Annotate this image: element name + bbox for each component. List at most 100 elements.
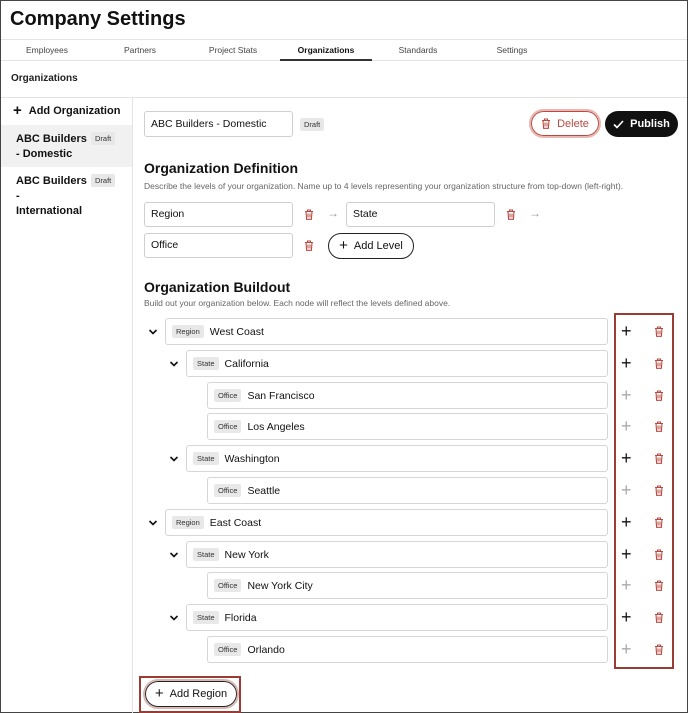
chevron-down-icon[interactable] xyxy=(148,518,158,528)
tree-node[interactable]: State California xyxy=(186,350,608,377)
level-badge: Office xyxy=(214,643,242,656)
chevron-down-icon[interactable] xyxy=(169,550,179,560)
add-child-icon[interactable]: + xyxy=(621,481,632,499)
level-badge: State xyxy=(193,452,219,465)
tree-node[interactable]: Office Seattle xyxy=(207,477,608,504)
level-badge: Office xyxy=(214,579,242,592)
tab-partners[interactable]: Partners xyxy=(111,40,169,61)
trash-icon[interactable] xyxy=(654,549,664,560)
add-organization-label: Add Organization xyxy=(28,105,121,117)
trash-icon[interactable] xyxy=(654,517,664,528)
organization-name-input[interactable]: ABC Builders - Domestic xyxy=(144,111,293,137)
add-child-icon[interactable]: + xyxy=(621,576,632,594)
add-child-icon[interactable]: + xyxy=(621,640,632,658)
add-child-icon[interactable]: + xyxy=(621,513,632,531)
node-name: Orlando xyxy=(247,643,285,656)
chevron-down-icon[interactable] xyxy=(148,327,158,337)
definition-title: Organization Definition xyxy=(144,160,298,176)
add-level-label: Add Level xyxy=(353,240,403,252)
tree-node[interactable]: Office San Francisco xyxy=(207,382,608,409)
plus-icon: + xyxy=(339,237,348,254)
trash-icon[interactable] xyxy=(654,358,664,369)
delete-label: Delete xyxy=(557,117,589,130)
level-badge: Region xyxy=(172,325,204,338)
trash-icon[interactable] xyxy=(654,453,664,464)
level-badge: Office xyxy=(214,484,242,497)
publish-label: Publish xyxy=(630,118,670,130)
tree-node[interactable]: Region East Coast xyxy=(165,509,608,536)
tree-node[interactable]: State New York xyxy=(186,541,608,568)
section-label: Organizations xyxy=(11,73,78,84)
add-level-button[interactable]: + Add Level xyxy=(328,233,414,259)
add-child-icon[interactable]: + xyxy=(621,545,632,563)
add-child-icon[interactable]: + xyxy=(621,417,632,435)
trash-icon[interactable] xyxy=(654,390,664,401)
tree-node[interactable]: State Washington xyxy=(186,445,608,472)
delete-button[interactable]: Delete xyxy=(529,109,601,138)
buildout-description: Build out your organization below. Each … xyxy=(144,298,451,308)
level-badge: Office xyxy=(214,420,242,433)
tab-standards[interactable]: Standards xyxy=(389,40,447,61)
trash-icon xyxy=(542,118,551,129)
status-badge: Draft xyxy=(91,132,116,145)
tab-employees[interactable]: Employees xyxy=(17,40,77,61)
trash-icon[interactable] xyxy=(654,644,664,655)
org-item-name: ABC Builders - International xyxy=(16,175,87,217)
level-input-1[interactable]: Region xyxy=(144,202,293,227)
trash-icon[interactable] xyxy=(304,209,314,220)
node-name: West Coast xyxy=(209,325,264,338)
tab-bar: Employees Partners Project Stats Organiz… xyxy=(1,39,687,61)
sidebar-item-abc-domestic[interactable]: ABC Builders - Domestic Draft xyxy=(1,125,132,167)
tree-node[interactable]: Region West Coast xyxy=(165,318,608,345)
level-input-3[interactable]: Office xyxy=(144,233,293,258)
trash-icon[interactable] xyxy=(654,485,664,496)
org-item-name: ABC Builders - Domestic xyxy=(16,133,87,160)
level-badge: Region xyxy=(172,516,204,529)
definition-description: Describe the levels of your organization… xyxy=(144,181,624,191)
tree-node[interactable]: State Florida xyxy=(186,604,608,631)
tab-settings[interactable]: Settings xyxy=(485,40,539,61)
sidebar-item-abc-international[interactable]: ABC Builders - International Draft xyxy=(1,167,132,217)
editor-status-badge: Draft xyxy=(300,118,325,131)
tab-project-stats[interactable]: Project Stats xyxy=(200,40,266,61)
node-name: East Coast xyxy=(209,516,262,529)
node-name: Washington xyxy=(224,452,280,465)
node-name: New York City xyxy=(247,579,313,592)
add-child-icon[interactable]: + xyxy=(621,449,632,467)
add-child-icon[interactable]: + xyxy=(621,322,632,340)
trash-icon[interactable] xyxy=(654,421,664,432)
tree-node[interactable]: Office Orlando xyxy=(207,636,608,663)
node-name: California xyxy=(224,357,269,370)
tree-node[interactable]: Office Los Angeles xyxy=(207,413,608,440)
trash-icon[interactable] xyxy=(654,612,664,623)
chevron-down-icon[interactable] xyxy=(169,613,179,623)
chevron-down-icon[interactable] xyxy=(169,359,179,369)
trash-icon[interactable] xyxy=(654,326,664,337)
trash-icon[interactable] xyxy=(654,580,664,591)
level-badge: State xyxy=(193,548,219,561)
status-badge: Draft xyxy=(91,174,116,187)
node-name: New York xyxy=(224,548,269,561)
add-child-icon[interactable]: + xyxy=(621,386,632,404)
trash-icon[interactable] xyxy=(506,209,516,220)
trash-icon[interactable] xyxy=(304,240,314,251)
level-badge: State xyxy=(193,357,219,370)
plus-icon: + xyxy=(154,685,164,702)
add-region-button[interactable]: + Add Region xyxy=(143,679,239,709)
node-name: Florida xyxy=(224,611,257,624)
add-child-icon[interactable]: + xyxy=(621,354,632,372)
add-child-icon[interactable]: + xyxy=(621,608,632,626)
arrow-right-icon: → xyxy=(529,206,541,220)
plus-icon: + xyxy=(13,102,22,119)
chevron-down-icon[interactable] xyxy=(169,454,179,464)
tree-node[interactable]: Office New York City xyxy=(207,572,608,599)
publish-button[interactable]: Publish xyxy=(605,111,678,137)
page-title: Company Settings xyxy=(10,8,186,30)
buildout-title: Organization Buildout xyxy=(144,279,291,295)
node-name: Los Angeles xyxy=(247,420,305,433)
add-organization-button[interactable]: + Add Organization xyxy=(13,102,121,119)
tab-organizations[interactable]: Organizations xyxy=(280,40,372,61)
level-input-2[interactable]: State xyxy=(346,202,495,227)
node-name: San Francisco xyxy=(247,389,315,402)
node-name: Seattle xyxy=(247,484,281,497)
